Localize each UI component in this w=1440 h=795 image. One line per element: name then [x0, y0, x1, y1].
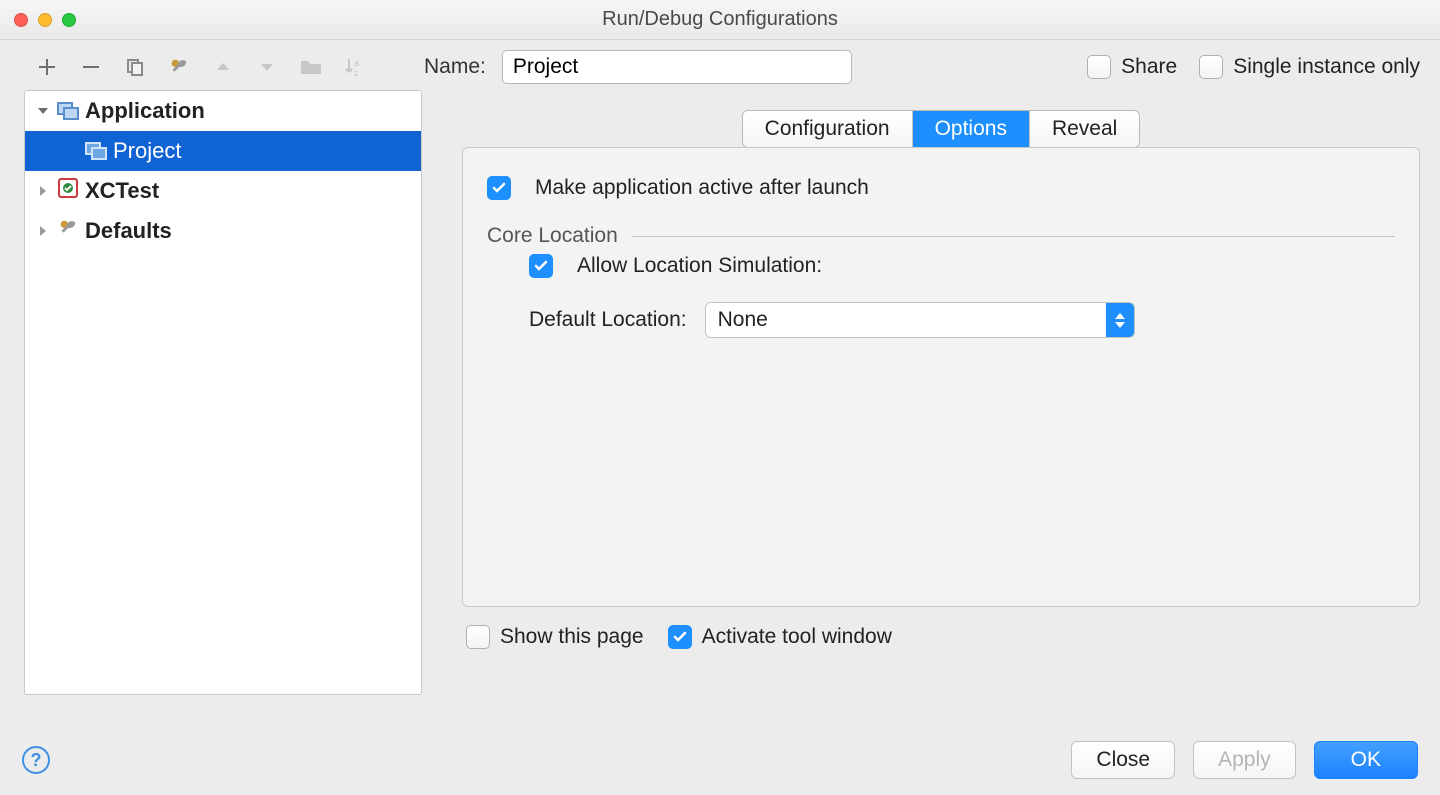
- gear-wrench-icon: [57, 217, 79, 245]
- share-label: Share: [1121, 55, 1177, 79]
- titlebar: Run/Debug Configurations: [0, 0, 1440, 40]
- ok-button[interactable]: OK: [1314, 741, 1418, 779]
- config-toolbar: az: [20, 54, 420, 80]
- folder-icon[interactable]: [298, 54, 324, 80]
- disclosure-collapsed-icon[interactable]: [35, 223, 51, 239]
- move-down-icon[interactable]: [254, 54, 280, 80]
- tree-node-label: Project: [113, 138, 181, 164]
- show-page-checkbox[interactable]: [466, 625, 490, 649]
- close-button[interactable]: Close: [1071, 741, 1175, 779]
- window-title: Run/Debug Configurations: [0, 8, 1440, 31]
- tab-options[interactable]: Options: [913, 111, 1030, 147]
- top-row: az Name: Share Single instance only: [0, 40, 1440, 90]
- name-label: Name:: [424, 55, 486, 79]
- right-column: Configuration Options Reveal Make applic…: [422, 90, 1420, 695]
- application-icon: [57, 102, 79, 120]
- window-controls: [14, 13, 76, 27]
- help-icon[interactable]: ?: [22, 746, 50, 774]
- close-window-icon[interactable]: [14, 13, 28, 27]
- xctest-icon: [57, 177, 79, 205]
- allow-location-sim-row[interactable]: Allow Location Simulation:: [529, 254, 1395, 278]
- single-instance-checkbox[interactable]: [1199, 55, 1223, 79]
- single-instance-checkbox-row[interactable]: Single instance only: [1199, 55, 1420, 79]
- zoom-window-icon[interactable]: [62, 13, 76, 27]
- remove-config-icon[interactable]: [78, 54, 104, 80]
- tab-bar: Configuration Options Reveal: [742, 110, 1141, 148]
- make-active-checkbox[interactable]: [487, 176, 511, 200]
- activate-tool-checkbox[interactable]: [668, 625, 692, 649]
- application-icon: [85, 142, 107, 160]
- single-instance-label: Single instance only: [1233, 55, 1420, 79]
- footer: ? Close Apply OK: [22, 741, 1418, 779]
- default-location-row: Default Location: None: [529, 302, 1395, 338]
- tree-node-xctest[interactable]: XCTest: [25, 171, 421, 211]
- bottom-checks: Show this page Activate tool window: [462, 625, 1420, 649]
- divider: [632, 236, 1395, 237]
- tree-node-application[interactable]: Application: [25, 91, 421, 131]
- share-checkbox[interactable]: [1087, 55, 1111, 79]
- minimize-window-icon[interactable]: [38, 13, 52, 27]
- add-config-icon[interactable]: [34, 54, 60, 80]
- allow-location-sim-label: Allow Location Simulation:: [577, 254, 822, 278]
- make-active-label: Make application active after launch: [535, 176, 869, 200]
- sort-az-icon[interactable]: az: [342, 54, 368, 80]
- config-name-input[interactable]: [502, 50, 852, 84]
- body: Application Project XCTest: [0, 90, 1440, 695]
- copy-config-icon[interactable]: [122, 54, 148, 80]
- tree-node-label: Application: [85, 98, 205, 124]
- tab-reveal[interactable]: Reveal: [1030, 111, 1139, 147]
- select-stepper-icon[interactable]: [1106, 302, 1134, 338]
- apply-button[interactable]: Apply: [1193, 741, 1296, 779]
- disclosure-collapsed-icon[interactable]: [35, 183, 51, 199]
- tree-node-project[interactable]: Project: [25, 131, 421, 171]
- section-title-text: Core Location: [487, 224, 618, 248]
- show-page-row[interactable]: Show this page: [466, 625, 644, 649]
- tab-configuration[interactable]: Configuration: [743, 111, 913, 147]
- tree-node-label: Defaults: [85, 218, 172, 244]
- share-checkbox-row[interactable]: Share: [1087, 55, 1177, 79]
- wrench-config-icon[interactable]: [166, 54, 192, 80]
- show-page-label: Show this page: [500, 625, 644, 649]
- tree-node-defaults[interactable]: Defaults: [25, 211, 421, 251]
- activate-tool-row[interactable]: Activate tool window: [668, 625, 892, 649]
- config-tree[interactable]: Application Project XCTest: [24, 90, 422, 695]
- allow-location-sim-checkbox[interactable]: [529, 254, 553, 278]
- options-panel: Make application active after launch Cor…: [462, 147, 1420, 607]
- move-up-icon[interactable]: [210, 54, 236, 80]
- default-location-label: Default Location:: [529, 308, 687, 332]
- tree-node-label: XCTest: [85, 178, 159, 204]
- svg-text:z: z: [354, 68, 359, 78]
- svg-text:a: a: [354, 58, 359, 68]
- make-active-row[interactable]: Make application active after launch: [487, 176, 1395, 200]
- core-location-section: Core Location: [487, 224, 1395, 248]
- default-location-select[interactable]: None: [705, 302, 1135, 338]
- activate-tool-label: Activate tool window: [702, 625, 892, 649]
- default-location-value: None: [718, 308, 768, 332]
- run-debug-config-window: Run/Debug Configurations: [0, 0, 1440, 795]
- disclosure-expanded-icon[interactable]: [35, 103, 51, 119]
